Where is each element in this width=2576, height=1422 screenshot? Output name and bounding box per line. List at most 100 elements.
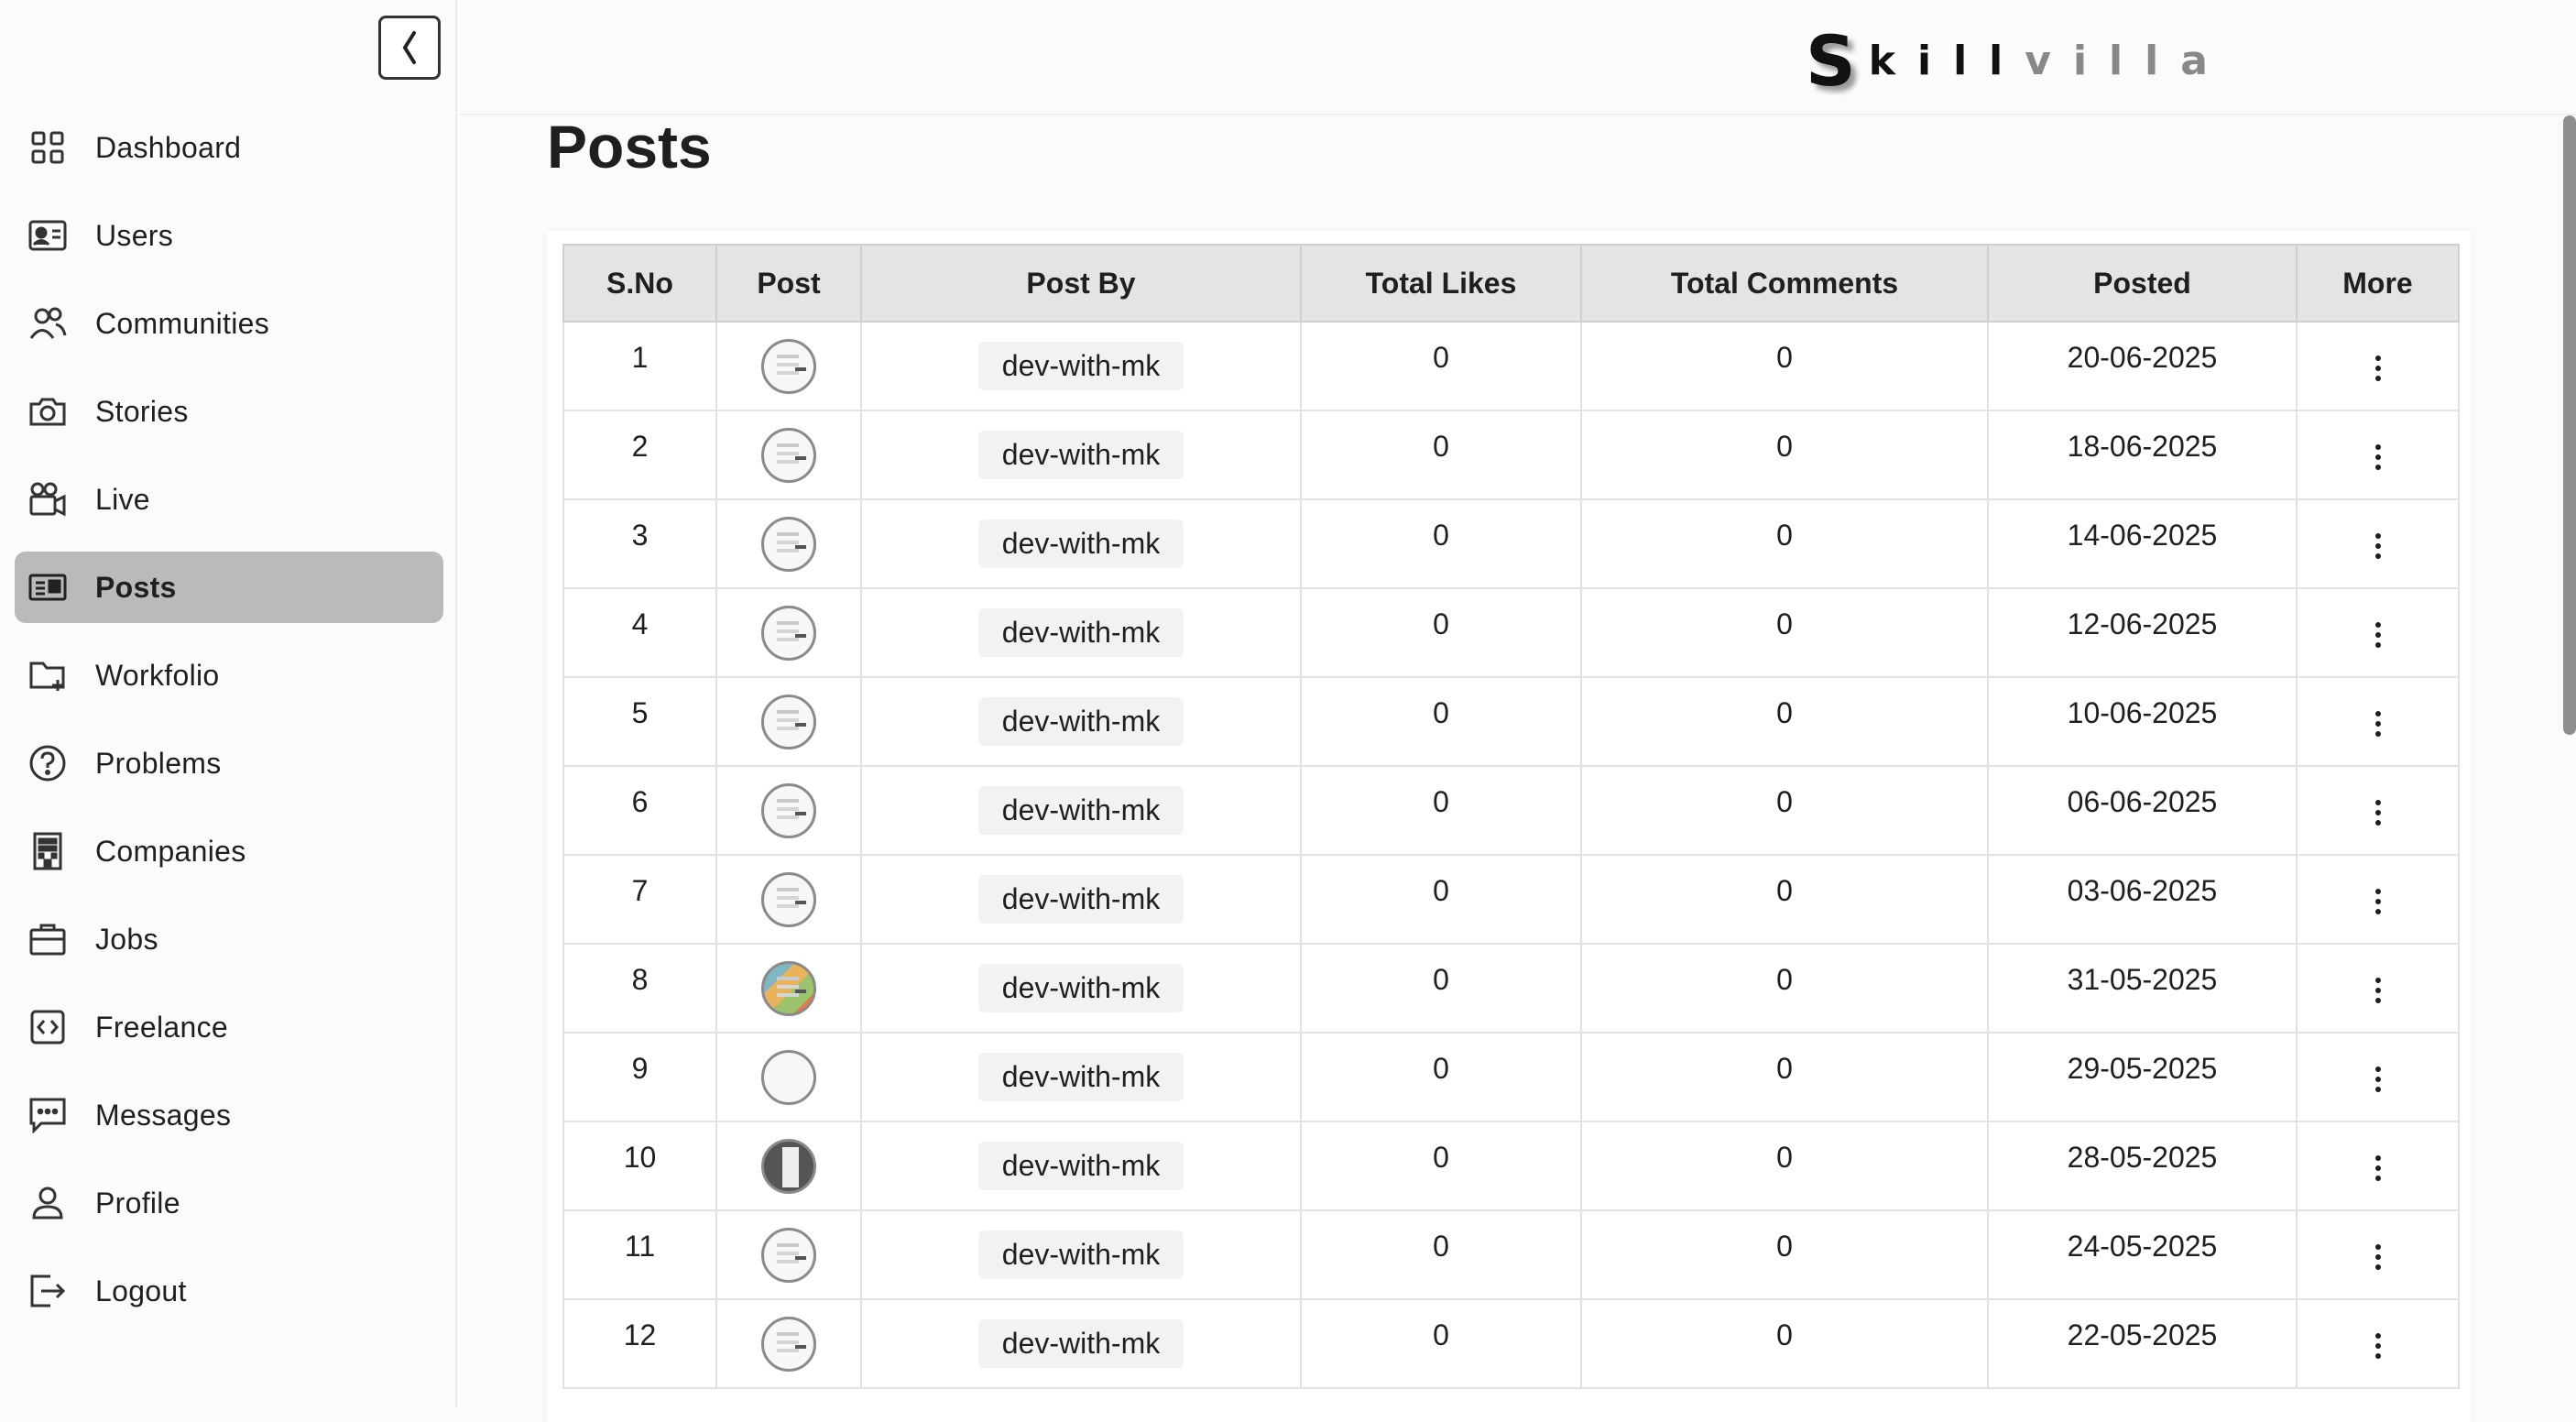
- more-options-icon[interactable]: [2374, 1243, 2381, 1270]
- post-thumbnail[interactable]: [761, 1316, 816, 1372]
- cell-post-by: dev-with-mk: [860, 676, 1302, 767]
- id-card-icon: [27, 215, 68, 256]
- cell-more: [2296, 410, 2460, 500]
- more-options-icon[interactable]: [2374, 799, 2381, 826]
- cell-more: [2296, 1032, 2460, 1122]
- sidebar-item-users[interactable]: Users: [15, 200, 443, 271]
- cell-likes: 0: [1300, 410, 1582, 500]
- cell-comments: 0: [1580, 410, 1989, 500]
- post-thumbnail[interactable]: [761, 605, 816, 661]
- post-thumbnail[interactable]: [761, 782, 816, 838]
- page-scrollbar[interactable]: [2563, 115, 2576, 735]
- column-header-post-by[interactable]: Post By: [860, 244, 1302, 323]
- top-bar: Skill villa: [459, 0, 2576, 115]
- cell-comments: 0: [1580, 943, 1989, 1034]
- more-options-icon[interactable]: [2374, 710, 2381, 737]
- more-options-icon[interactable]: [2374, 1332, 2381, 1359]
- column-header-total-comments[interactable]: Total Comments: [1580, 244, 1989, 323]
- sidebar-item-workfolio[interactable]: Workfolio: [15, 640, 443, 711]
- cell-post: [715, 765, 862, 856]
- sidebar-item-messages[interactable]: Messages: [15, 1079, 443, 1151]
- author-chip[interactable]: dev-with-mk: [977, 520, 1184, 568]
- cell-sno: 6: [562, 765, 717, 856]
- building-icon: [27, 831, 68, 871]
- post-thumbnail[interactable]: [761, 694, 816, 749]
- cell-posted: 22-05-2025: [1987, 1298, 2298, 1389]
- cell-comments: 0: [1580, 676, 1989, 767]
- sidebar-item-companies[interactable]: Companies: [15, 815, 443, 887]
- cell-sno: 4: [562, 587, 717, 678]
- post-thumbnail[interactable]: [761, 1227, 816, 1283]
- table-row: 2 dev-with-mk 0 0 18-06-2025: [562, 410, 2460, 500]
- sidebar-item-communities[interactable]: Communities: [15, 288, 443, 359]
- author-chip[interactable]: dev-with-mk: [977, 1142, 1184, 1190]
- cell-more: [2296, 587, 2460, 678]
- cell-comments: 0: [1580, 854, 1989, 945]
- people-icon: [27, 303, 68, 344]
- sidebar-item-stories[interactable]: Stories: [15, 376, 443, 447]
- cell-sno: 9: [562, 1032, 717, 1122]
- post-thumbnail[interactable]: [761, 871, 816, 927]
- author-chip[interactable]: dev-with-mk: [977, 697, 1184, 746]
- column-header-posted[interactable]: Posted: [1987, 244, 2298, 323]
- cell-sno: 11: [562, 1209, 717, 1300]
- post-thumbnail[interactable]: [761, 960, 816, 1016]
- more-options-icon[interactable]: [2374, 977, 2381, 1003]
- sidebar-item-dashboard[interactable]: Dashboard: [15, 112, 443, 183]
- sidebar-item-problems[interactable]: Problems: [15, 727, 443, 799]
- cell-more: [2296, 1209, 2460, 1300]
- sidebar-item-label: Logout: [95, 1274, 187, 1307]
- author-chip[interactable]: dev-with-mk: [977, 964, 1184, 1012]
- sidebar-item-posts[interactable]: Posts: [15, 552, 443, 623]
- cell-post: [715, 676, 862, 767]
- post-thumbnail[interactable]: [761, 1049, 816, 1105]
- post-thumbnail[interactable]: [761, 1138, 816, 1194]
- author-chip[interactable]: dev-with-mk: [977, 342, 1184, 390]
- cell-comments: 0: [1580, 1298, 1989, 1389]
- post-thumbnail[interactable]: [761, 338, 816, 394]
- message-icon: [27, 1095, 68, 1135]
- cell-likes: 0: [1300, 676, 1582, 767]
- cell-post-by: dev-with-mk: [860, 498, 1302, 589]
- cell-sno: 2: [562, 410, 717, 500]
- more-options-icon[interactable]: [2374, 1154, 2381, 1181]
- column-header-post[interactable]: Post: [715, 244, 862, 323]
- logout-icon: [27, 1271, 68, 1311]
- table-row: 8 dev-with-mk 0 0 31-05-2025: [562, 943, 2460, 1034]
- author-chip[interactable]: dev-with-mk: [977, 1319, 1184, 1368]
- more-options-icon[interactable]: [2374, 532, 2381, 559]
- sidebar-item-freelance[interactable]: Freelance: [15, 991, 443, 1063]
- cell-post-by: dev-with-mk: [860, 854, 1302, 945]
- more-options-icon[interactable]: [2374, 621, 2381, 648]
- cell-more: [2296, 854, 2460, 945]
- sidebar-item-logout[interactable]: Logout: [15, 1255, 443, 1327]
- cell-post-by: dev-with-mk: [860, 410, 1302, 500]
- author-chip[interactable]: dev-with-mk: [977, 875, 1184, 924]
- table-row: 4 dev-with-mk 0 0 12-06-2025: [562, 587, 2460, 678]
- collapse-sidebar-button[interactable]: [378, 16, 441, 80]
- column-header-sno[interactable]: S.No: [562, 244, 717, 323]
- post-thumbnail[interactable]: [761, 427, 816, 483]
- more-options-icon[interactable]: [2374, 443, 2381, 470]
- author-chip[interactable]: dev-with-mk: [977, 431, 1184, 479]
- author-chip[interactable]: dev-with-mk: [977, 786, 1184, 835]
- person-icon: [27, 1183, 68, 1223]
- author-chip[interactable]: dev-with-mk: [977, 1053, 1184, 1101]
- cell-posted: 14-06-2025: [1987, 498, 2298, 589]
- cell-likes: 0: [1300, 587, 1582, 678]
- sidebar-item-live[interactable]: Live: [15, 464, 443, 535]
- cell-posted: 24-05-2025: [1987, 1209, 2298, 1300]
- cell-sno: 7: [562, 854, 717, 945]
- more-options-icon[interactable]: [2374, 888, 2381, 914]
- author-chip[interactable]: dev-with-mk: [977, 1231, 1184, 1279]
- more-options-icon[interactable]: [2374, 355, 2381, 381]
- sidebar-item-profile[interactable]: Profile: [15, 1167, 443, 1239]
- cell-post: [715, 1298, 862, 1389]
- sidebar-item-label: Dashboard: [95, 130, 242, 164]
- cell-sno: 5: [562, 676, 717, 767]
- column-header-total-likes[interactable]: Total Likes: [1300, 244, 1582, 323]
- post-thumbnail[interactable]: [761, 516, 816, 572]
- more-options-icon[interactable]: [2374, 1066, 2381, 1092]
- sidebar-item-jobs[interactable]: Jobs: [15, 903, 443, 975]
- author-chip[interactable]: dev-with-mk: [977, 608, 1184, 657]
